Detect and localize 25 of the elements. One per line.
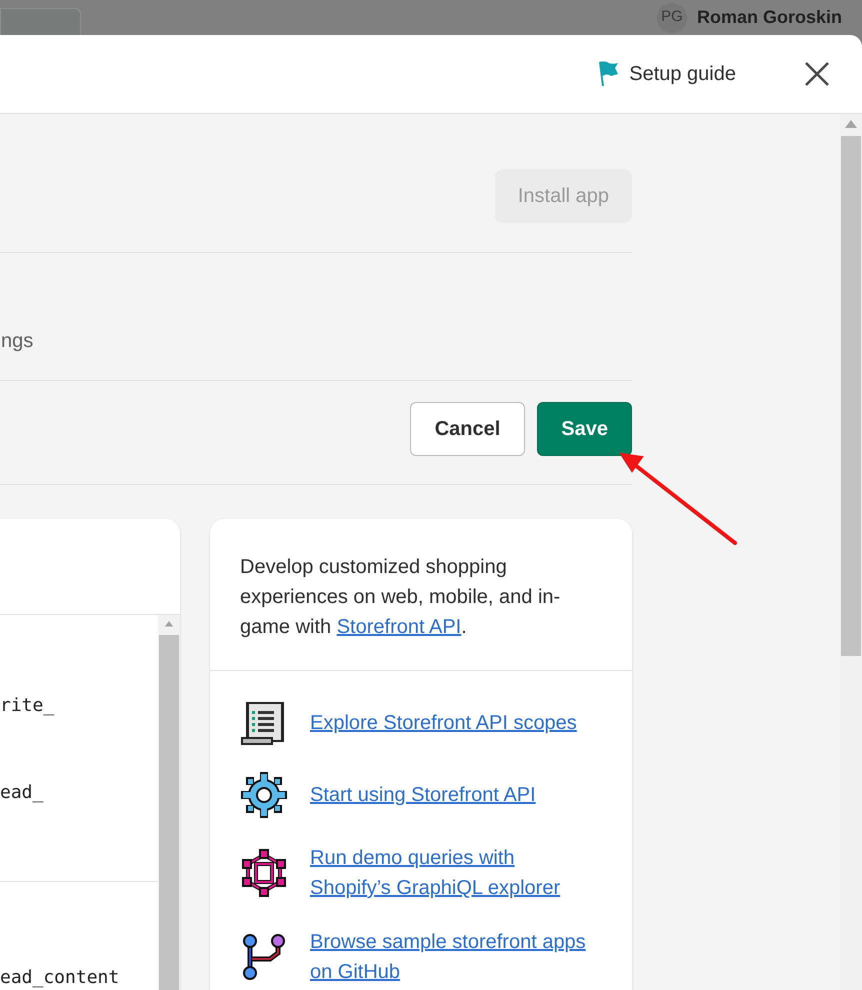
scroll-up-icon[interactable] — [845, 120, 857, 128]
header-button[interactable] — [0, 8, 81, 35]
branch-icon — [240, 933, 288, 981]
scroll-up-icon[interactable] — [163, 621, 175, 627]
tab-label[interactable]: ngs — [0, 326, 34, 356]
scope-name: rite_ — [0, 695, 56, 717]
resource-link[interactable]: Start using Storefront API — [310, 780, 536, 810]
cancel-button[interactable]: Cancel — [410, 402, 526, 456]
resource-link[interactable]: Explore Storefront API scopes — [310, 708, 577, 738]
setup-guide-link[interactable]: Setup guide — [597, 59, 736, 89]
user-avatar[interactable]: PG — [656, 2, 687, 32]
scrollbar-thumb[interactable] — [841, 136, 861, 656]
save-button[interactable]: Save — [537, 402, 632, 456]
flag-icon — [597, 61, 620, 87]
user-name: Roman Goroskin — [696, 6, 842, 29]
storefront-api-link[interactable]: Storefront API — [336, 616, 462, 638]
resource-link[interactable]: Browse sample storefront apps on GitHub — [310, 927, 598, 987]
graph-icon — [240, 849, 288, 897]
close-icon[interactable] — [804, 61, 830, 87]
description-text: Develop customized shopping experiences on web, mobile, and in-game with Storefront API. — [210, 519, 632, 671]
scope-name: ead_ — [0, 782, 44, 804]
gear-icon — [240, 771, 288, 819]
scope-name: ead_content — [0, 967, 120, 989]
resource-link[interactable]: Run demo queries with Shopify’s GraphiQL explorer — [310, 843, 598, 903]
scrollbar-thumb[interactable] — [159, 634, 179, 990]
